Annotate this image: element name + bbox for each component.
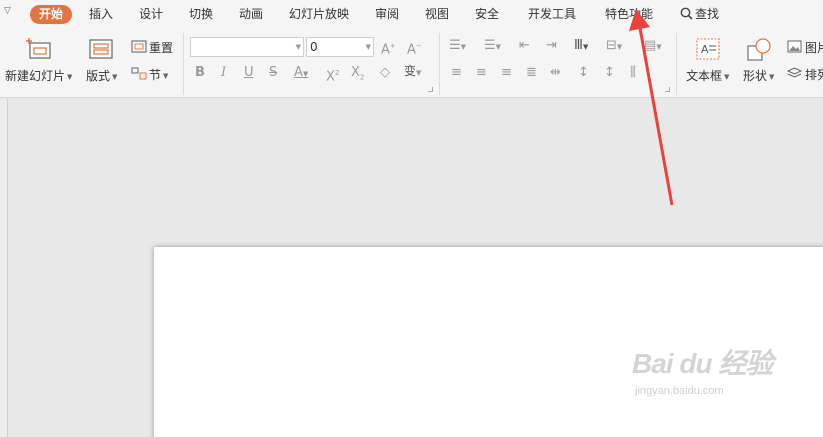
distribute-icon[interactable]: ⇹ bbox=[550, 65, 561, 81]
tab-home[interactable]: 开始 bbox=[30, 5, 73, 24]
picture-button[interactable]: 图片 bbox=[805, 39, 823, 56]
font-name-select[interactable]: ▼ bbox=[190, 37, 304, 57]
shape-button[interactable]: 形状 ▼ bbox=[743, 67, 774, 84]
bold-icon[interactable]: B bbox=[195, 65, 205, 81]
paragraph-dialog-launcher-icon[interactable] bbox=[665, 87, 670, 92]
font-size-value: 0 bbox=[310, 40, 318, 54]
layout-icon[interactable] bbox=[89, 39, 113, 59]
tab-developer-tools[interactable]: 开发工具 bbox=[528, 5, 576, 24]
new-slide-label: 新建幻灯片 bbox=[5, 69, 66, 83]
tab-special-features[interactable]: 特色功能 bbox=[605, 5, 653, 24]
italic-icon[interactable]: I bbox=[221, 65, 226, 81]
font-size-select[interactable]: 0 ▼ bbox=[306, 37, 374, 57]
section-label: 节 bbox=[149, 68, 162, 82]
columns-icon[interactable]: ⫼ bbox=[630, 65, 636, 81]
tab-transition[interactable]: 切换 bbox=[189, 5, 213, 24]
superscript-icon[interactable]: X2 bbox=[326, 65, 339, 85]
shape-label: 形状 bbox=[743, 69, 768, 83]
decrease-font-icon[interactable]: A− bbox=[407, 38, 422, 58]
line-spacing-icon[interactable]: ↕ bbox=[578, 65, 589, 81]
tab-animation[interactable]: 动画 bbox=[239, 5, 263, 24]
underline-icon[interactable]: U bbox=[244, 65, 254, 81]
paragraph-spacing-icon[interactable]: ↕ bbox=[604, 65, 615, 81]
bullet-list-icon[interactable]: ☰▼ bbox=[449, 38, 466, 55]
font-color-icon[interactable]: A▼ bbox=[294, 65, 308, 82]
reset-icon bbox=[131, 40, 147, 53]
tab-view[interactable]: 视图 bbox=[425, 5, 449, 24]
picture-icon bbox=[787, 40, 802, 53]
tab-insert[interactable]: 插入 bbox=[89, 5, 113, 24]
search-button[interactable]: 查找 bbox=[680, 5, 719, 24]
align-center-icon[interactable]: ≡ bbox=[476, 65, 487, 81]
chevron-down-icon[interactable]: ▽ bbox=[4, 6, 11, 16]
ribbon-toolbar: 新建幻灯片 ▼ 版式 ▼ 重置 节 ▼ ▼ 0 ▼ A+ A− B I U S A▼ X… bbox=[0, 29, 823, 98]
font-dialog-launcher-icon[interactable] bbox=[428, 87, 433, 92]
increase-font-icon[interactable]: A+ bbox=[381, 38, 396, 58]
ribbon-separator bbox=[676, 33, 677, 95]
ribbon-separator bbox=[183, 33, 184, 95]
section-button[interactable]: 节 ▼ bbox=[149, 66, 168, 83]
new-slide-icon[interactable] bbox=[26, 38, 52, 60]
text-direction-icon[interactable]: Ⅲ▼ bbox=[574, 38, 588, 55]
align-left-icon[interactable]: ≡ bbox=[451, 65, 462, 81]
increase-indent-icon[interactable]: ⇥ bbox=[546, 38, 557, 54]
eraser-icon[interactable]: ◇ bbox=[380, 65, 390, 81]
layout-label: 版式 bbox=[86, 69, 111, 83]
search-icon bbox=[680, 7, 693, 20]
wps-presentation-window: ▽ 开始 插入 设计 切换 动画 幻灯片放映 审阅 视图 安全 开发工具 特色功… bbox=[0, 0, 823, 437]
reset-button[interactable]: 重置 bbox=[149, 39, 173, 56]
slide-thumbnail-pane[interactable] bbox=[0, 99, 8, 437]
subscript-icon[interactable]: X2 bbox=[351, 65, 364, 86]
arrange-button[interactable]: 排列 bbox=[805, 66, 823, 83]
textbox-label: 文本框 bbox=[686, 69, 723, 83]
phonetic-guide-icon[interactable]: 变▼ bbox=[404, 63, 421, 81]
tab-slideshow[interactable]: 幻灯片放映 bbox=[289, 5, 349, 24]
align-text-icon[interactable]: ⊟▼ bbox=[606, 38, 622, 55]
watermark-url: jingyan.baidu.com bbox=[635, 385, 724, 397]
textbox-icon[interactable]: A bbox=[696, 38, 720, 60]
search-label: 查找 bbox=[695, 7, 720, 21]
textbox-button[interactable]: 文本框 ▼ bbox=[686, 67, 729, 84]
tab-review[interactable]: 审阅 bbox=[375, 5, 399, 24]
shape-icon[interactable] bbox=[746, 38, 772, 62]
section-icon bbox=[131, 67, 147, 80]
numbered-list-icon[interactable]: ☰▼ bbox=[484, 38, 501, 55]
baidu-jingyan-watermark: Bai du 经验 jingyan.baidu.com bbox=[632, 342, 782, 402]
layout-button[interactable]: 版式 ▼ bbox=[86, 67, 117, 84]
smartart-icon[interactable]: ▤▼ bbox=[644, 38, 662, 55]
new-slide-button[interactable]: 新建幻灯片 ▼ bbox=[5, 67, 72, 84]
menu-tab-bar: ▽ 开始 插入 设计 切换 动画 幻灯片放映 审阅 视图 安全 开发工具 特色功… bbox=[0, 0, 823, 29]
decrease-indent-icon[interactable]: ⇤ bbox=[519, 38, 530, 54]
ribbon-separator bbox=[439, 33, 440, 95]
tab-design[interactable]: 设计 bbox=[139, 5, 163, 24]
watermark-logo: Bai du 经验 bbox=[632, 348, 773, 379]
strikethrough-icon[interactable]: S bbox=[269, 65, 277, 81]
svg-text:A: A bbox=[701, 43, 709, 56]
tab-security[interactable]: 安全 bbox=[475, 5, 499, 24]
justify-icon[interactable]: ≣ bbox=[526, 65, 537, 81]
arrange-icon bbox=[787, 67, 802, 78]
align-right-icon[interactable]: ≡ bbox=[501, 65, 512, 81]
